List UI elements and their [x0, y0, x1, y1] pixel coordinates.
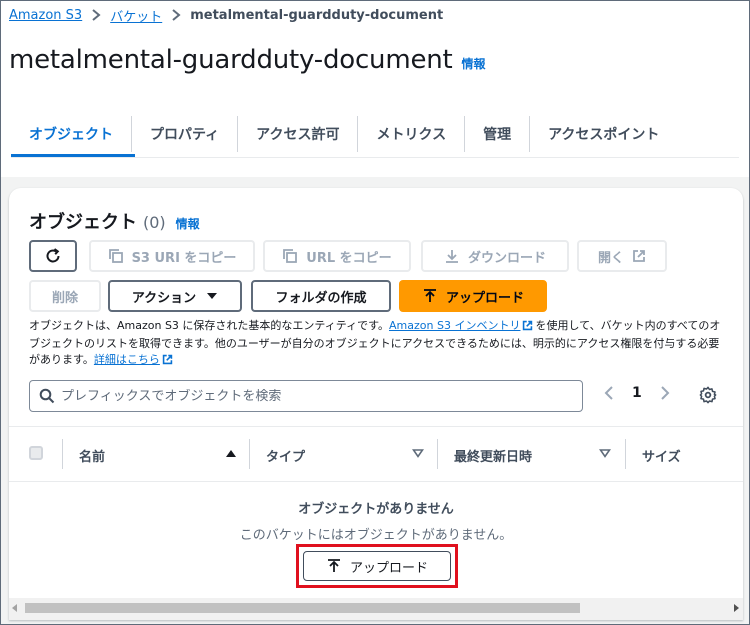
external-link-icon [162, 354, 173, 370]
object-search-box [29, 380, 583, 412]
scrollbar-thumb[interactable] [25, 603, 580, 613]
upload-icon [326, 558, 342, 574]
scroll-left-arrow-icon[interactable] [12, 604, 17, 612]
empty-state-title: オブジェクトがありません [298, 502, 454, 517]
tab-objects[interactable]: オブジェクト [11, 116, 132, 152]
objects-header: オブジェクト (0) 情報 [29, 208, 200, 234]
prev-page-button[interactable] [604, 386, 614, 400]
upload-icon [422, 288, 438, 304]
breadcrumb-current: metalmental-guardduty-document [190, 7, 444, 23]
column-divider [437, 439, 438, 469]
column-divider [625, 439, 626, 469]
column-divider [62, 439, 63, 469]
external-link-icon [522, 320, 533, 336]
empty-upload-label: アップロード [349, 560, 428, 576]
actions-label: アクション [131, 290, 197, 306]
tabs-divider [11, 157, 739, 158]
pagination: 1 [604, 385, 670, 401]
browser-frame: Amazon S3 バケット metalmental-guardduty-doc… [0, 0, 750, 625]
copy-s3-uri-button[interactable]: S3 URI をコピー [89, 240, 255, 272]
settings-gear-icon[interactable] [699, 386, 717, 404]
learn-more-link[interactable]: 詳細はこちら [94, 353, 160, 366]
delete-button[interactable]: 削除 [29, 280, 101, 312]
refresh-button[interactable] [29, 240, 77, 272]
inventory-link[interactable]: Amazon S3 インベントリ [389, 319, 520, 332]
create-folder-label: フォルダの作成 [275, 290, 367, 306]
objects-count: (0) [143, 213, 166, 232]
chevron-right-icon [171, 9, 181, 21]
description-text-1: オブジェクトは、Amazon S3 に保存された基本的なエンティティです。 [29, 319, 390, 332]
download-label: ダウンロード [467, 250, 546, 266]
copy-url-button[interactable]: URL をコピー [263, 240, 411, 272]
object-search-input[interactable] [61, 388, 582, 404]
tab-permissions[interactable]: アクセス許可 [238, 116, 359, 152]
column-divider [249, 439, 250, 469]
external-link-icon [632, 249, 646, 263]
objects-table-header: 名前 タイプ 最終更新日時 サイズ [9, 426, 743, 482]
refresh-icon [44, 247, 62, 265]
objects-description: オブジェクトは、Amazon S3 に保存された基本的なエンティティです。Ama… [29, 318, 729, 370]
tab-bar: オブジェクト プロパティ アクセス許可 メトリクス 管理 アクセスポイント [11, 111, 677, 157]
tab-metrics[interactable]: メトリクス [358, 116, 466, 152]
tab-properties[interactable]: プロパティ [132, 116, 239, 152]
horizontal-scrollbar[interactable] [9, 598, 743, 620]
sort-descending-icon[interactable] [412, 448, 424, 458]
objects-title: オブジェクト [29, 212, 137, 233]
breadcrumb: Amazon S3 バケット metalmental-guardduty-doc… [9, 5, 443, 25]
copy-icon [282, 248, 298, 264]
sort-descending-icon[interactable] [599, 448, 611, 458]
column-type[interactable]: タイプ [266, 427, 305, 483]
page-title: metalmental-guardduty-document [9, 45, 453, 75]
column-size[interactable]: サイズ [642, 427, 681, 483]
title-row: metalmental-guardduty-document 情報 [9, 45, 486, 75]
chevron-right-icon [91, 9, 101, 21]
delete-label: 削除 [51, 290, 78, 306]
column-name[interactable]: 名前 [79, 427, 105, 483]
sort-ascending-icon[interactable] [225, 448, 237, 458]
select-all-checkbox[interactable] [29, 446, 43, 460]
copy-icon [108, 248, 124, 264]
next-page-button[interactable] [660, 386, 670, 400]
column-last-modified[interactable]: 最終更新日時 [454, 427, 532, 483]
open-label: 開く [597, 250, 624, 266]
create-folder-button[interactable]: フォルダの作成 [251, 280, 391, 312]
breadcrumb-s3-link[interactable]: Amazon S3 [9, 8, 82, 23]
tab-access-points[interactable]: アクセスポイント [530, 116, 677, 152]
objects-info-link[interactable]: 情報 [176, 215, 200, 232]
upload-label: アップロード [445, 290, 524, 306]
breadcrumb-buckets-link[interactable]: バケット [110, 6, 162, 25]
objects-panel: オブジェクト (0) 情報 S3 URI をコピー URL をコピー ダウンロー… [9, 188, 743, 620]
actions-dropdown[interactable]: アクション [108, 280, 242, 312]
scroll-right-arrow-icon[interactable] [734, 604, 739, 612]
open-button[interactable]: 開く [577, 240, 667, 272]
copy-url-label: URL をコピー [306, 250, 392, 266]
page-info-link[interactable]: 情報 [462, 55, 486, 72]
page-number[interactable]: 1 [632, 385, 642, 401]
empty-upload-button[interactable]: アップロード [303, 551, 451, 581]
search-icon [39, 388, 55, 404]
page-header: Amazon S3 バケット metalmental-guardduty-doc… [1, 1, 749, 177]
download-icon [444, 248, 460, 264]
upload-button[interactable]: アップロード [399, 280, 547, 312]
tab-management[interactable]: 管理 [465, 116, 531, 152]
copy-s3-uri-label: S3 URI をコピー [131, 250, 237, 266]
caret-down-icon [206, 292, 218, 300]
download-button[interactable]: ダウンロード [421, 240, 569, 272]
empty-state-subtitle: このバケットにはオブジェクトがありません。 [239, 528, 513, 543]
